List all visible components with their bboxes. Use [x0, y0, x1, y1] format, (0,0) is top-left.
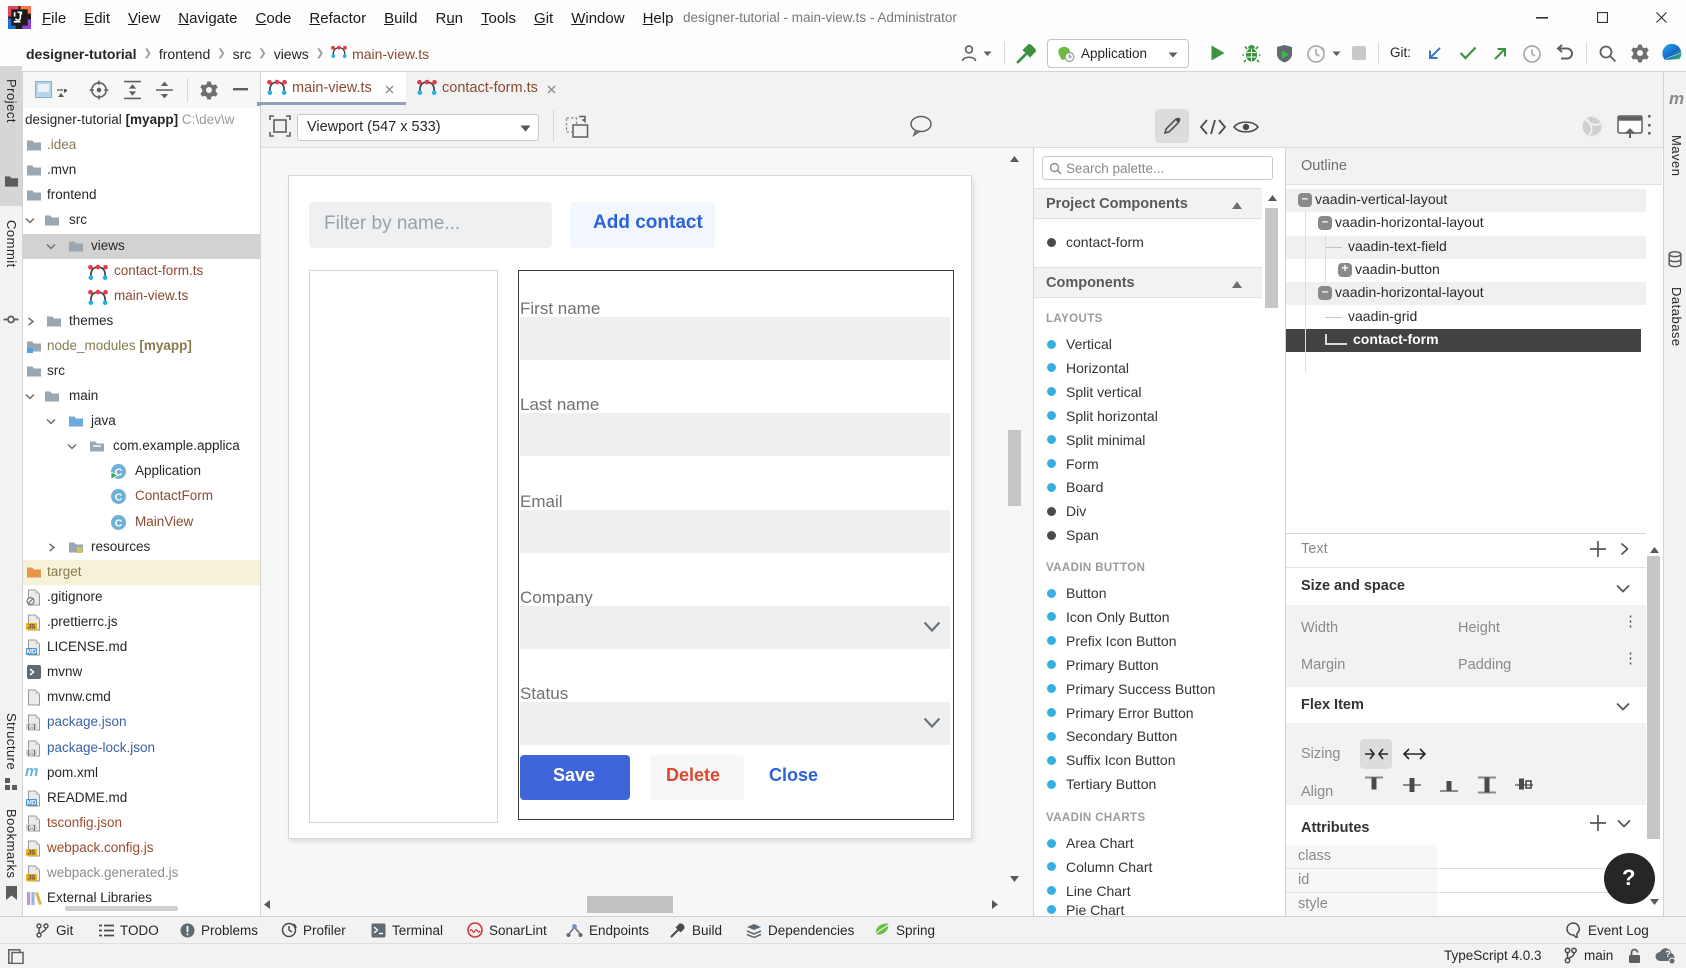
svg-text:JS: JS — [28, 875, 36, 882]
svg-text:JS: JS — [28, 850, 36, 857]
svg-text:MD: MD — [27, 649, 37, 656]
svg-text:JS: JS — [28, 624, 36, 631]
svg-text:?: ? — [1665, 949, 1671, 959]
svg-text:{..}: {..} — [27, 825, 36, 832]
svg-text:{..}: {..} — [27, 750, 36, 757]
svg-text:C: C — [115, 491, 123, 503]
svg-text:C: C — [115, 517, 123, 529]
svg-text:{..}: {..} — [27, 724, 36, 731]
svg-text:MD: MD — [27, 800, 37, 807]
